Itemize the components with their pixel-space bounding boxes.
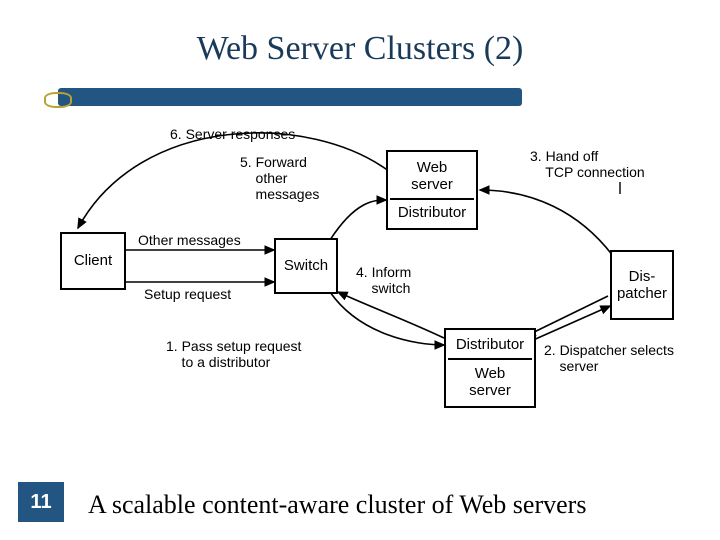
diagram: Client Switch Web server Distributor Dis… [60, 120, 680, 450]
distributor-top-label: Distributor [398, 204, 466, 221]
client-label: Client [74, 252, 112, 269]
slide-caption: A scalable content-aware cluster of Web … [88, 490, 700, 520]
client-box: Client [60, 232, 126, 290]
distributor-bottom-label: Distributor [456, 336, 524, 353]
accent-line [58, 88, 522, 106]
web-server-top-label: Web server [411, 159, 453, 194]
title-area: Web Server Clusters (2) [0, 30, 720, 68]
label-6: 6. Server responses [170, 126, 295, 142]
web-server-top-box: Web server Distributor [386, 150, 478, 230]
slide-title: Web Server Clusters (2) [0, 30, 720, 68]
label-1: 1. Pass setup request to a distributor [166, 338, 301, 370]
label-2: 2. Dispatcher selects server [544, 342, 674, 374]
label-5: 5. Forward other messages [240, 154, 319, 202]
page-number-badge: 11 [18, 482, 64, 522]
page-number: 11 [30, 491, 51, 514]
switch-label: Switch [284, 257, 328, 274]
switch-box: Switch [274, 238, 338, 294]
label-setup: Setup request [144, 286, 231, 302]
label-4: 4. Inform switch [356, 264, 411, 296]
dispatcher-box: Dis- patcher [610, 250, 674, 320]
label-other: Other messages [138, 232, 241, 248]
distributor-bottom-box: Distributor Web server [444, 328, 536, 408]
label-3: 3. Hand off TCP connection [530, 148, 645, 180]
accent-bullet-icon [44, 92, 72, 108]
dispatcher-label: Dis- patcher [617, 268, 667, 303]
web-server-bottom-label: Web server [469, 365, 511, 400]
